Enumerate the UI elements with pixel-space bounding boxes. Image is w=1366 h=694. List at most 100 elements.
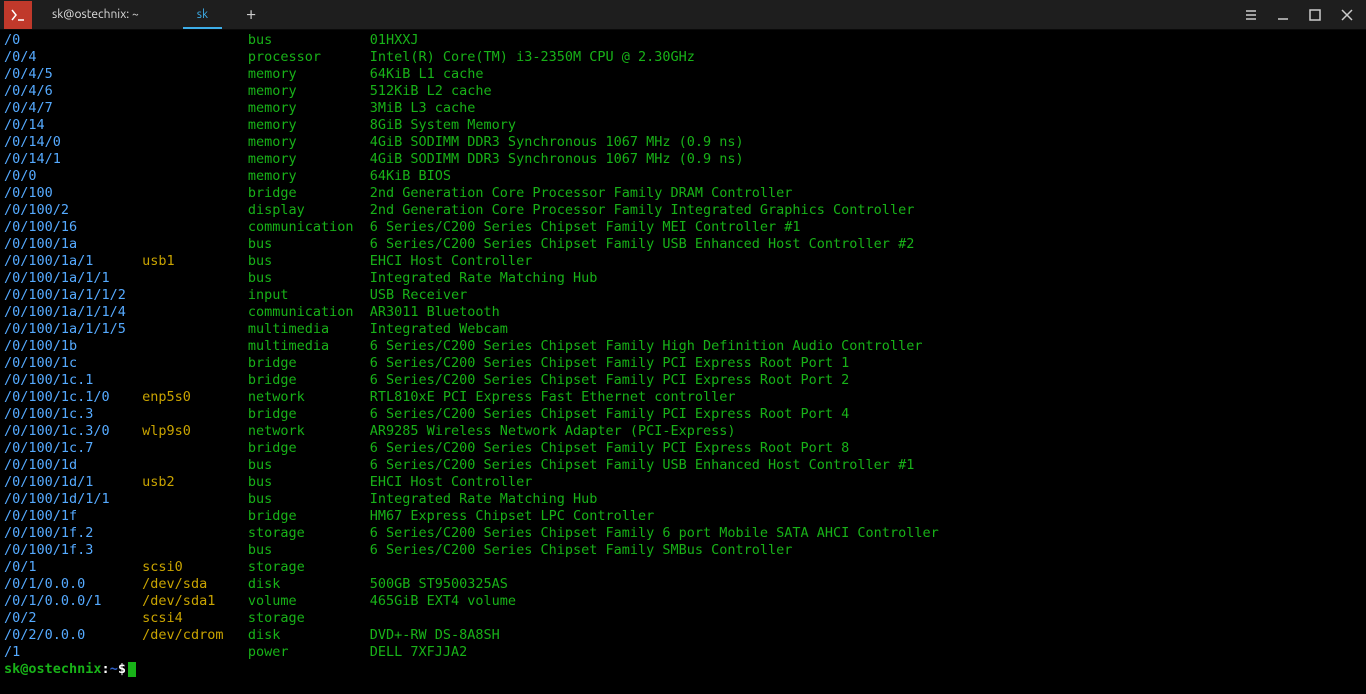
tab-active[interactable]: sk	[169, 0, 236, 29]
hw-path: /0/100/1d/1	[4, 474, 142, 491]
hw-device: enp5s0	[142, 389, 248, 406]
hw-class: storage	[248, 525, 370, 542]
hw-device: scsi4	[142, 610, 248, 627]
hw-class: bus	[248, 253, 370, 270]
terminal-app-icon	[4, 1, 32, 29]
hw-class: network	[248, 423, 370, 440]
hw-device	[142, 644, 248, 661]
hw-class: bus	[248, 270, 370, 287]
hw-device	[142, 117, 248, 134]
output-line: /0/100/1f bridge HM67 Express Chipset LP…	[4, 508, 1362, 525]
hw-device	[142, 372, 248, 389]
hw-class: bus	[248, 542, 370, 559]
hw-class: disk	[248, 576, 370, 593]
hw-device: /dev/sda1	[142, 593, 248, 610]
hw-description: DVD+-RW DS-8A8SH	[370, 627, 500, 644]
output-line: /0/100/1f.3 bus 6 Series/C200 Series Chi…	[4, 542, 1362, 559]
hw-device	[142, 457, 248, 474]
hw-description: 6 Series/C200 Series Chipset Family PCI …	[370, 406, 850, 423]
hw-class: storage	[248, 559, 370, 576]
output-line: /0/100/1c bridge 6 Series/C200 Series Ch…	[4, 355, 1362, 372]
hw-description: 6 Series/C200 Series Chipset Family PCI …	[370, 355, 850, 372]
plus-icon: +	[246, 6, 256, 23]
hw-class: bridge	[248, 372, 370, 389]
output-line: /0/100/1c.3 bridge 6 Series/C200 Series …	[4, 406, 1362, 423]
hw-description: 64KiB BIOS	[370, 168, 451, 185]
prompt-user: sk@ostechnix	[4, 661, 102, 677]
hw-device	[142, 202, 248, 219]
hw-class: bridge	[248, 440, 370, 457]
hw-description: 3MiB L3 cache	[370, 100, 476, 117]
hw-device: usb2	[142, 474, 248, 491]
hw-description: Integrated Rate Matching Hub	[370, 491, 598, 508]
hw-class: bus	[248, 32, 370, 49]
hw-device	[142, 287, 248, 304]
hw-description: 6 Series/C200 Series Chipset Family PCI …	[370, 372, 850, 389]
hw-path: /0	[4, 32, 142, 49]
hw-device: /dev/sda	[142, 576, 248, 593]
output-line: /0/2/0.0.0 /dev/cdrom disk DVD+-RW DS-8A…	[4, 627, 1362, 644]
hw-class: input	[248, 287, 370, 304]
hw-class: bridge	[248, 406, 370, 423]
hw-path: /0/100/1a	[4, 236, 142, 253]
hw-description: 8GiB System Memory	[370, 117, 516, 134]
hw-path: /0/100/1a/1/1/5	[4, 321, 142, 338]
hw-device	[142, 270, 248, 287]
output-line: /0/100/1c.3/0 wlp9s0 network AR9285 Wire…	[4, 423, 1362, 440]
hw-class: communication	[248, 304, 370, 321]
hw-device	[142, 321, 248, 338]
hw-device	[142, 83, 248, 100]
hw-class: memory	[248, 151, 370, 168]
output-line: /0/14/1 memory 4GiB SODIMM DDR3 Synchron…	[4, 151, 1362, 168]
hw-path: /0/100/1a/1/1	[4, 270, 142, 287]
close-button[interactable]	[1338, 6, 1356, 24]
maximize-button[interactable]	[1306, 6, 1324, 24]
window-controls	[1242, 6, 1366, 24]
hw-description: 4GiB SODIMM DDR3 Synchronous 1067 MHz (0…	[370, 134, 744, 151]
hw-class: storage	[248, 610, 370, 627]
prompt-cwd: ~	[110, 661, 118, 677]
output-line: /0/100/1d/1/1 bus Integrated Rate Matchi…	[4, 491, 1362, 508]
hw-description: 6 Series/C200 Series Chipset Family SMBu…	[370, 542, 793, 559]
hw-class: communication	[248, 219, 370, 236]
output-line: /0/100/1f.2 storage 6 Series/C200 Series…	[4, 525, 1362, 542]
hw-description: DELL 7XFJJA2	[370, 644, 468, 661]
hw-description: 500GB ST9500325AS	[370, 576, 508, 593]
output-line: /0/4 processor Intel(R) Core(TM) i3-2350…	[4, 49, 1362, 66]
hw-device: /dev/cdrom	[142, 627, 248, 644]
output-line: /0/100/1a/1/1/4 communication AR3011 Blu…	[4, 304, 1362, 321]
hw-description: 512KiB L2 cache	[370, 83, 492, 100]
output-line: /0/1/0.0.0/1 /dev/sda1 volume 465GiB EXT…	[4, 593, 1362, 610]
output-line: /0/4/6 memory 512KiB L2 cache	[4, 83, 1362, 100]
hw-device	[142, 236, 248, 253]
hw-class: memory	[248, 100, 370, 117]
output-line: /0/14/0 memory 4GiB SODIMM DDR3 Synchron…	[4, 134, 1362, 151]
prompt-line[interactable]: sk@ostechnix:~$	[4, 661, 1362, 678]
hw-device	[142, 304, 248, 321]
output-line: /0/4/7 memory 3MiB L3 cache	[4, 100, 1362, 117]
output-line: /0/1 scsi0 storage	[4, 559, 1362, 576]
hw-description: Integrated Rate Matching Hub	[370, 270, 598, 287]
hw-path: /0/4/5	[4, 66, 142, 83]
minimize-button[interactable]	[1274, 6, 1292, 24]
hw-description: RTL810xE PCI Express Fast Ethernet contr…	[370, 389, 736, 406]
hw-class: bridge	[248, 185, 370, 202]
hw-class: display	[248, 202, 370, 219]
hw-class: memory	[248, 168, 370, 185]
hw-class: processor	[248, 49, 370, 66]
hw-class: multimedia	[248, 321, 370, 338]
hw-class: bridge	[248, 508, 370, 525]
hw-description: 6 Series/C200 Series Chipset Family USB …	[370, 457, 915, 474]
new-tab-button[interactable]: +	[236, 0, 266, 29]
hw-description: Integrated Webcam	[370, 321, 508, 338]
terminal-output[interactable]: /0 bus 01HXXJ/0/4 processor Intel(R) Cor…	[0, 30, 1366, 678]
output-line: /0/2 scsi4 storage	[4, 610, 1362, 627]
menu-button[interactable]	[1242, 6, 1260, 24]
tab-bar: sk +	[169, 0, 266, 29]
hw-path: /0/2/0.0.0	[4, 627, 142, 644]
hw-path: /0/100/1d	[4, 457, 142, 474]
hw-device	[142, 338, 248, 355]
hw-class: bus	[248, 236, 370, 253]
hw-description: 6 Series/C200 Series Chipset Family PCI …	[370, 440, 850, 457]
output-line: /0/100/1a/1/1/2 input USB Receiver	[4, 287, 1362, 304]
